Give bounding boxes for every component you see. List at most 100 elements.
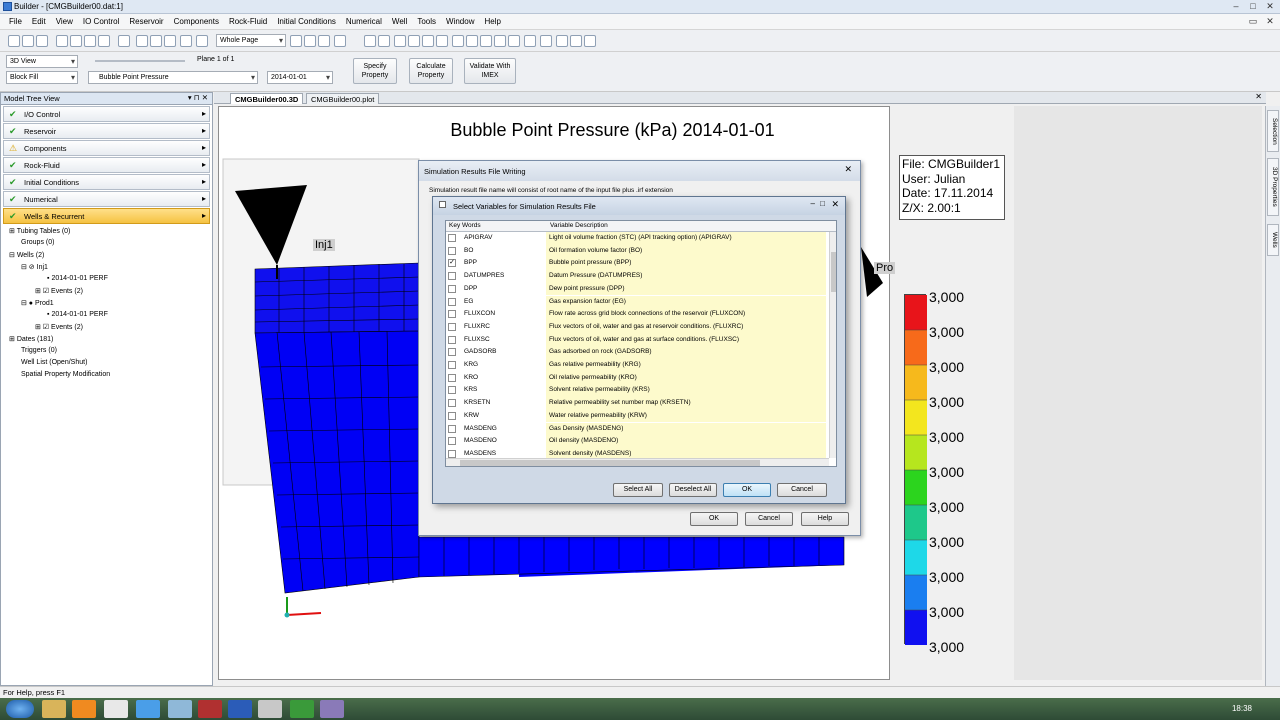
zoom-combo[interactable]: Whole Page: [216, 34, 286, 47]
tab-selection[interactable]: Selection: [1267, 110, 1279, 152]
pointer-icon[interactable]: [378, 35, 390, 47]
cancel-button[interactable]: Cancel: [777, 483, 827, 497]
nav-components[interactable]: ⚠ Components ▸: [3, 140, 210, 156]
explorer-icon[interactable]: [42, 700, 66, 718]
notepad-icon[interactable]: [104, 700, 128, 718]
excel-icon[interactable]: [290, 700, 314, 718]
new-icon[interactable]: [8, 35, 20, 47]
tree-inj1-events[interactable]: ⊞ ☑ Events (2): [35, 287, 83, 295]
date-select[interactable]: 2014-01-01: [267, 71, 333, 84]
table-row[interactable]: FLUXRC Flux vectors of oil, water and gas…: [446, 320, 826, 334]
pin-icon[interactable]: ▾ ⊓ ✕: [188, 93, 208, 102]
maximize-icon[interactable]: □: [820, 199, 825, 208]
row-checkbox[interactable]: [448, 284, 456, 293]
calculate-property-button[interactable]: Calculate Property: [409, 58, 453, 84]
outer-help-button[interactable]: Help: [801, 512, 849, 526]
camera-icon[interactable]: [570, 35, 582, 47]
row-checkbox[interactable]: [448, 399, 456, 408]
home-icon[interactable]: [556, 35, 568, 47]
scroll-thumb[interactable]: [831, 252, 836, 292]
menu-numerical[interactable]: Numerical: [341, 14, 387, 29]
tab-close-icon[interactable]: ✕: [1255, 92, 1262, 101]
validate-imex-button[interactable]: Validate With IMEX: [464, 58, 516, 84]
row-checkbox[interactable]: [448, 246, 456, 255]
zoom-in-icon[interactable]: [480, 35, 492, 47]
row-checkbox[interactable]: ✓: [448, 259, 456, 268]
nav-reservoir[interactable]: ✔ Reservoir ▸: [3, 123, 210, 139]
cut-icon[interactable]: [56, 35, 68, 47]
tree-prod1-events[interactable]: ⊞ ☑ Events (2): [35, 323, 83, 331]
row-checkbox[interactable]: [448, 272, 456, 281]
menu-view[interactable]: View: [51, 14, 78, 29]
app-icon[interactable]: [198, 700, 222, 718]
probe-icon[interactable]: [318, 35, 330, 47]
menu-file[interactable]: File: [4, 14, 27, 29]
save-icon[interactable]: [36, 35, 48, 47]
settings-icon[interactable]: [584, 35, 596, 47]
menu-window[interactable]: Window: [441, 14, 479, 29]
nav-io-control[interactable]: ✔ I/O Control ▸: [3, 106, 210, 122]
pan-icon[interactable]: [290, 35, 302, 47]
zoom-out-icon[interactable]: [494, 35, 506, 47]
select-all-button[interactable]: Select All: [613, 483, 663, 497]
outer-cancel-button[interactable]: Cancel: [745, 512, 793, 526]
table-row[interactable]: KRS Solvent relative permeability (KRS): [446, 384, 826, 398]
tab-plot[interactable]: CMGBuilder00.plot: [306, 93, 380, 104]
menu-initial-conditions[interactable]: Initial Conditions: [272, 14, 341, 29]
row-checkbox[interactable]: [448, 411, 456, 420]
table-row[interactable]: FLUXSC Flux vectors of oil, water and gas…: [446, 333, 826, 347]
property-select[interactable]: Bubble Point Pressure: [88, 71, 258, 84]
table-row[interactable]: KRG Gas relative permeability (KRG): [446, 359, 826, 372]
nav-wells-recurrent[interactable]: ✔ Wells & Recurrent ▸: [3, 208, 210, 224]
nodes-icon[interactable]: [422, 35, 434, 47]
line-icon[interactable]: [408, 35, 420, 47]
grid-icon[interactable]: [180, 35, 192, 47]
menu-help[interactable]: Help: [479, 14, 505, 29]
tree-prod1-perf[interactable]: ▪ 2014-01-01 PERF: [47, 311, 108, 318]
doc-restore-icon[interactable]: ▭: [1245, 16, 1261, 27]
table-row[interactable]: EG Gas expansion factor (EG): [446, 295, 826, 309]
view-mode-select[interactable]: 3D View: [6, 55, 78, 68]
row-checkbox[interactable]: [448, 322, 456, 331]
table-row[interactable]: KRW Water relative permeability (KRW): [446, 409, 826, 423]
arrow-icon[interactable]: [364, 35, 376, 47]
word-icon[interactable]: [228, 700, 252, 718]
row-checkbox[interactable]: [448, 373, 456, 382]
table-row[interactable]: MASDENG Gas Density (MASDENG): [446, 422, 826, 436]
fill-icon[interactable]: [540, 35, 552, 47]
deselect-all-button[interactable]: Deselect All: [669, 483, 717, 497]
menu-well[interactable]: Well: [387, 14, 412, 29]
tree-dates[interactable]: ⊞ Dates (181): [9, 335, 53, 343]
menu-io-control[interactable]: IO Control: [78, 14, 124, 29]
cycle-icon[interactable]: [524, 35, 536, 47]
vertical-scrollbar[interactable]: [829, 232, 836, 458]
close-icon[interactable]: ✕: [844, 164, 852, 175]
menu-tools[interactable]: Tools: [412, 14, 441, 29]
row-checkbox[interactable]: [448, 234, 456, 242]
row-checkbox[interactable]: [448, 449, 456, 458]
media-icon[interactable]: [72, 700, 96, 718]
resize-icon[interactable]: [436, 35, 448, 47]
doc-close-icon[interactable]: ✕: [1262, 16, 1278, 27]
fit-icon[interactable]: [508, 35, 520, 47]
nav-rock-fluid[interactable]: ✔ Rock-Fluid ▸: [3, 157, 210, 173]
table-row[interactable]: MASDENO Oil density (MASDENO): [446, 435, 826, 448]
tab-3d-properties[interactable]: 3D Properties: [1267, 158, 1279, 216]
tree-well-list[interactable]: Well List (Open/Shut): [21, 359, 87, 366]
plane-slider[interactable]: [95, 60, 185, 62]
tree-inj1[interactable]: ⊟ ⊘ Inj1: [21, 263, 48, 271]
move-icon[interactable]: [452, 35, 464, 47]
table-row[interactable]: FLUXCON Flow rate across grid block conne…: [446, 308, 826, 321]
row-checkbox[interactable]: [448, 310, 456, 319]
menu-components[interactable]: Components: [169, 14, 224, 29]
tree-inj1-perf[interactable]: ▪ 2014-01-01 PERF: [47, 275, 108, 282]
builder-icon[interactable]: [320, 700, 344, 718]
nav-initial-conditions[interactable]: ✔ Initial Conditions ▸: [3, 174, 210, 190]
app-icon[interactable]: [168, 700, 192, 718]
tab-3d[interactable]: CMGBuilder00.3D: [230, 93, 304, 104]
table-row[interactable]: ✓ BPP Bubble point pressure (BPP): [446, 257, 826, 271]
row-checkbox[interactable]: [448, 386, 456, 395]
row-checkbox[interactable]: [448, 297, 456, 306]
refresh-icon[interactable]: [136, 35, 148, 47]
table-row[interactable]: APIGRAV Light oil volume fraction (STC) (…: [446, 232, 826, 245]
